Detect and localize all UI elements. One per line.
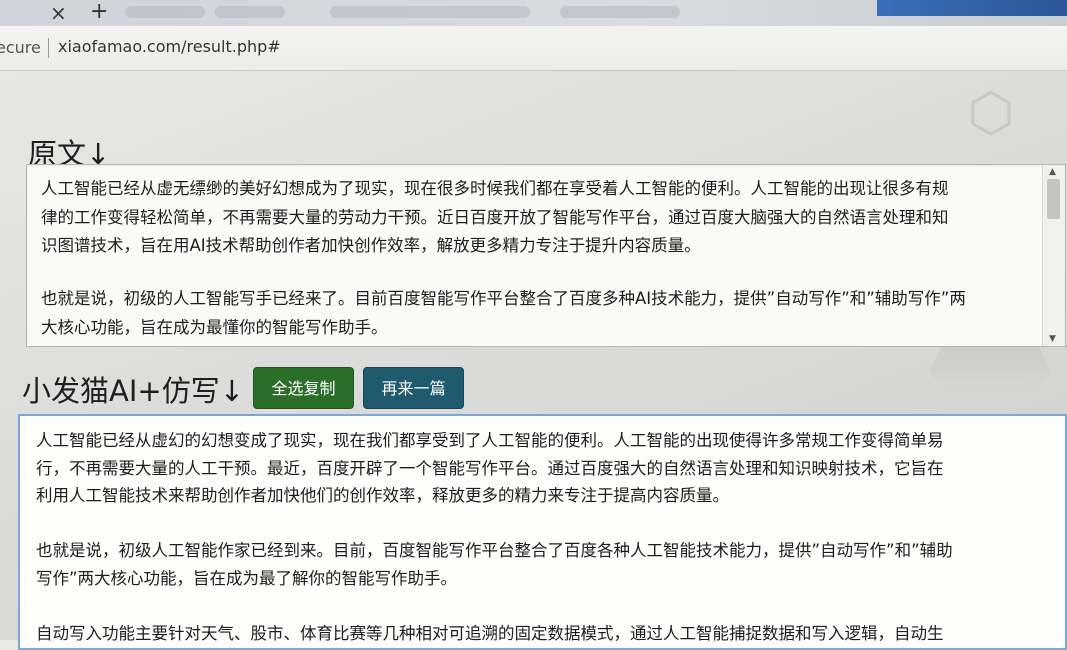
browser-tab-bar: × +: [0, 0, 1067, 26]
rewrite-heading: 小发猫AI+仿写↓: [22, 374, 244, 408]
original-line: 识图谱技术，旨在用AI技术帮助创作者加快创作效率，解放更多精力专注于提升内容质量…: [41, 236, 701, 255]
new-tab-icon[interactable]: +: [90, 0, 108, 24]
blurred-tab[interactable]: [125, 6, 205, 18]
original-line: 大核心功能，旨在成为最懂你的智能写作助手。: [41, 317, 388, 337]
address-bar[interactable]: ecure xiaofamao.com/result.php#: [0, 26, 1067, 71]
security-label[interactable]: ecure: [0, 38, 41, 57]
rewrite-text-box[interactable]: 人工智能已经从虚幻的幻想变成了现实，现在我们都享受到了人工智能的便利。人工智能的…: [18, 414, 1067, 650]
scroll-down-icon[interactable]: ▼: [1049, 334, 1056, 344]
rewrite-line: 行，不再需要大量的人工干预。最近，百度开辟了一个智能写作平台。通过百度强大的自然…: [36, 458, 944, 478]
scroll-up-icon[interactable]: ▲: [1049, 167, 1056, 177]
original-line: 律的工作变得轻松简单，不再需要大量的劳动力干预。近日百度开放了智能写作平台，通过…: [41, 207, 949, 227]
rewrite-line: 人工智能已经从虚幻的幻想变成了现实，现在我们都享受到了人工智能的便利。人工智能的…: [36, 431, 944, 450]
url-text[interactable]: xiaofamao.com/result.php#: [58, 37, 281, 56]
scroll-thumb[interactable]: [1047, 179, 1060, 219]
original-scrollbar[interactable]: ▲ ▼: [1042, 165, 1065, 346]
blurred-tab-accent: [877, 0, 1067, 16]
address-divider: [48, 38, 49, 58]
rewrite-line: 自动写入功能主要针对天气、股市、体育比赛等几种相对可追溯的固定数据模式，通过人工…: [36, 624, 944, 643]
generate-again-button[interactable]: 再来一篇: [363, 367, 464, 409]
close-tab-icon[interactable]: ×: [50, 1, 67, 25]
rewrite-line: 写作”两大核心功能，旨在成为最了解你的智能写作助手。: [36, 569, 458, 588]
select-all-copy-button[interactable]: 全选复制: [253, 367, 354, 409]
original-line: 人工智能已经从虚无缥缈的美好幻想成为了现实，现在很多时候我们都在享受着人工智能的…: [41, 179, 949, 198]
blurred-tab[interactable]: [215, 6, 285, 18]
decorative-shape: [930, 345, 1050, 395]
original-line: 也就是说，初级的人工智能写手已经来了。目前百度智能写作平台整合了百度多种AI技术…: [41, 289, 966, 308]
blurred-tab[interactable]: [560, 6, 680, 18]
rewrite-line: 也就是说，初级人工智能作家已经到来。目前，百度智能写作平台整合了百度各种人工智能…: [36, 541, 953, 560]
hexagon-icon: ⬡: [967, 81, 1015, 144]
original-text-box[interactable]: 人工智能已经从虚无缥缈的美好幻想成为了现实，现在很多时候我们都在享受着人工智能的…: [26, 164, 1066, 347]
rewrite-line: 利用人工智能技术来帮助创作者加快他们的创作效率，释放更多的精力来专注于提高内容质…: [36, 486, 729, 505]
blurred-tab[interactable]: [330, 6, 530, 18]
